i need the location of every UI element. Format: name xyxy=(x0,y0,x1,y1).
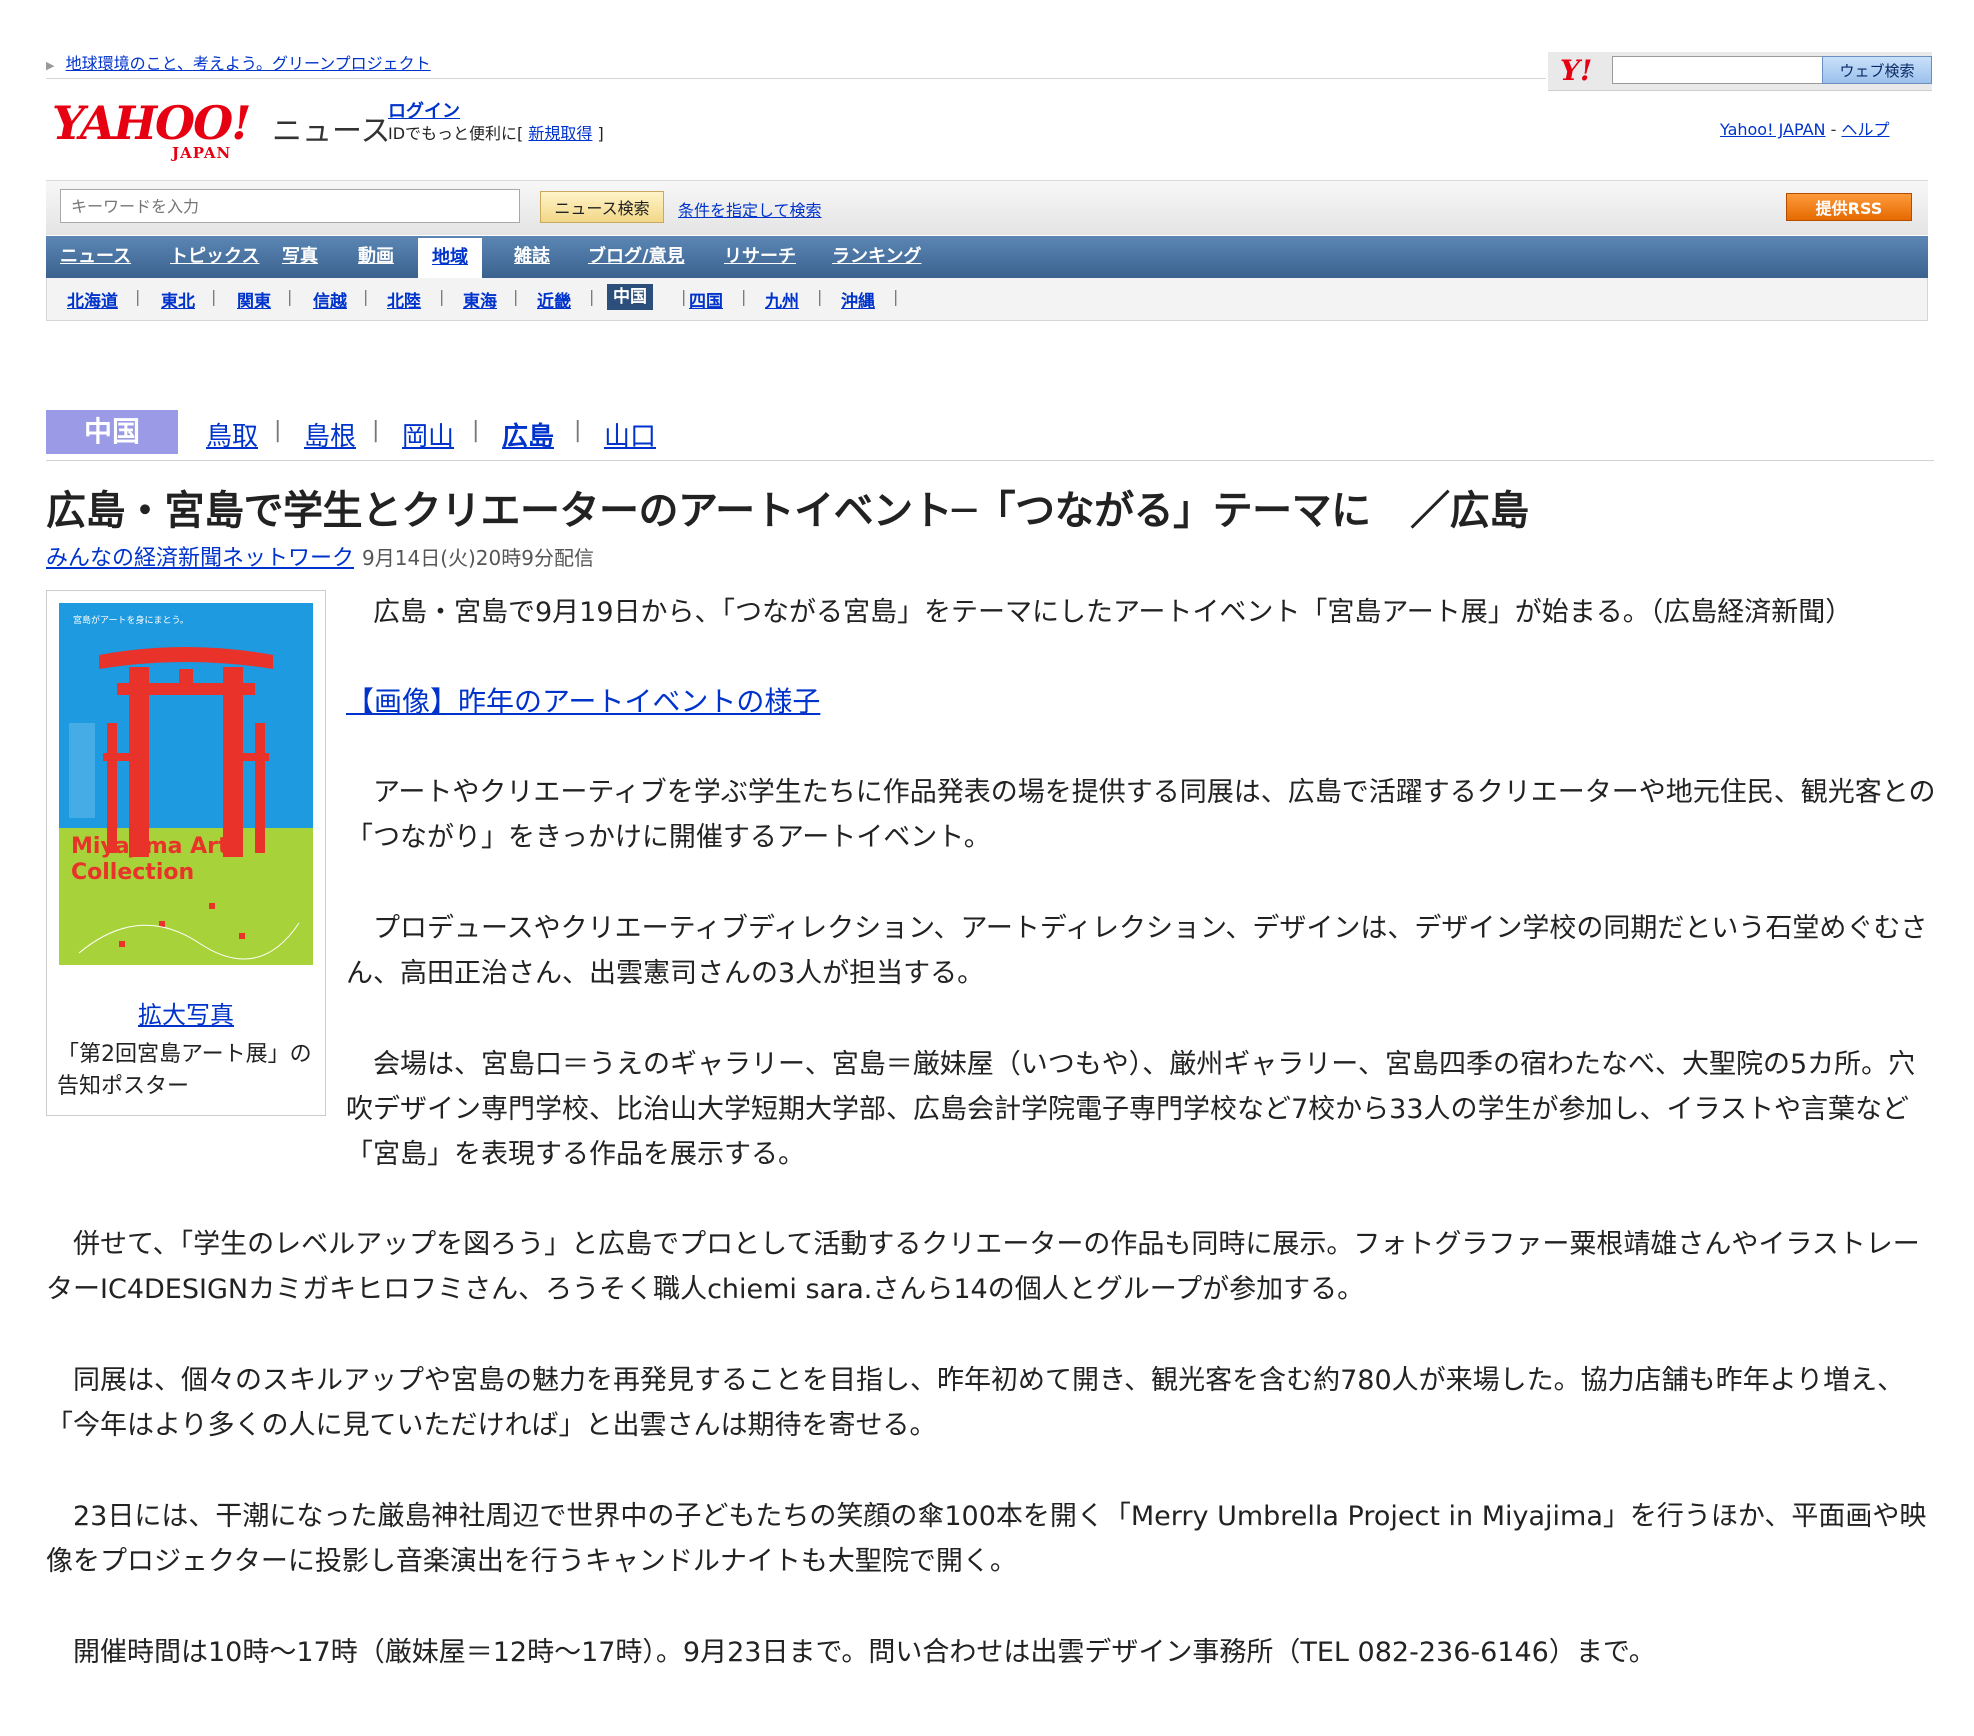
help-link[interactable]: ヘルプ xyxy=(1841,120,1889,139)
sub-nav-sep: | xyxy=(817,287,823,306)
article-headline: 広島・宮島で学生とクリエーターのアートイベント─「つながる」テーマに ／広島 xyxy=(46,488,1529,534)
sub-nav-kanto[interactable]: 関東 xyxy=(237,287,271,312)
source-link[interactable]: みんなの経済新聞ネットワーク xyxy=(46,546,354,571)
article-paragraph: アートやクリエーティブを学ぶ学生たちに作品発表の場を提供する同展は、広島で活躍す… xyxy=(346,777,1936,853)
green-project-link[interactable]: 地球環境のこと、考えよう。グリーンプロジェクト xyxy=(66,54,431,73)
nav-tab-research[interactable]: リサーチ xyxy=(724,236,796,278)
svg-text:Collection: Collection xyxy=(71,860,194,885)
sub-nav-kyushu[interactable]: 九州 xyxy=(765,287,799,312)
svg-text:Miyajima Art: Miyajima Art xyxy=(71,834,229,859)
article-paragraph: 会場は、宮島口＝うえのギャラリー、宮島＝厳妹屋（いつもや）、厳州ギャラリー、宮島… xyxy=(346,1049,1916,1170)
pref-okayama[interactable]: 岡山 xyxy=(402,416,454,453)
main-nav: ニュース トピックス 写真 動画 地域 雑誌 ブログ/意見 リサーチ ランキング xyxy=(46,236,1928,278)
sub-nav-kinki[interactable]: 近畿 xyxy=(537,287,571,312)
sub-nav-sep: | xyxy=(363,287,369,306)
signup-link[interactable]: 新規取得 xyxy=(528,124,592,143)
sub-nav-chugoku[interactable]: 中国 xyxy=(607,284,653,310)
pref-sep: | xyxy=(472,418,480,443)
article-paragraph: 併せて、「学生のレベルアップを図ろう」と広島でプロとして活動するクリエーターの作… xyxy=(46,1229,1920,1305)
sub-nav-shikoku[interactable]: 四国 xyxy=(689,287,723,312)
web-search-box: Y! ウェブ検索 xyxy=(1548,52,1932,91)
login-block: ログイン IDでもっと便利に[ 新規取得 ] xyxy=(388,101,604,145)
article-paragraph: 23日には、干潮になった厳島神社周辺で世界中の子どもたちの笑顔の傘100本を開く… xyxy=(46,1501,1927,1577)
green-project-bar: ▶ 地球環境のこと、考えよう。グリーンプロジェクト xyxy=(46,50,1626,78)
nav-tab-photos[interactable]: 写真 xyxy=(282,236,318,278)
link-dash: - xyxy=(1830,120,1837,139)
sub-nav-okinawa[interactable]: 沖縄 xyxy=(841,287,875,312)
nav-tab-topics[interactable]: トピックス xyxy=(170,236,259,278)
sub-nav-sep: | xyxy=(439,287,445,306)
sub-nav-sep: | xyxy=(211,287,217,306)
news-search-band: ニュース検索 条件を指定して検索 提供RSS xyxy=(46,180,1928,235)
pref-sep: | xyxy=(574,418,582,443)
region-sub-nav: 北海道 | 東北 | 関東 | 信越 | 北陸 | 東海 | 近畿 | 中国 |… xyxy=(46,278,1928,321)
nav-tab-region[interactable]: 地域 xyxy=(418,238,482,278)
web-search-input[interactable] xyxy=(1612,56,1828,84)
nav-tab-news[interactable]: ニュース xyxy=(60,236,131,278)
login-desc-prefix: IDでもっと便利に[ xyxy=(388,124,524,143)
yahoo-japan-logo[interactable]: YAHOO! JAPAN xyxy=(52,96,270,162)
top-divider xyxy=(46,78,1546,79)
login-link[interactable]: ログイン xyxy=(388,101,460,122)
nav-tab-video[interactable]: 動画 xyxy=(358,236,394,278)
nav-tab-ranking[interactable]: ランキング xyxy=(832,236,921,278)
nav-tab-blog[interactable]: ブログ/意見 xyxy=(588,236,685,278)
yahoo-japan-link[interactable]: Yahoo! JAPAN xyxy=(1720,120,1826,139)
top-right-links: Yahoo! JAPAN - ヘルプ xyxy=(1720,116,1890,140)
sub-nav-sep: | xyxy=(741,287,747,306)
article-paragraph: 開催時間は10時～17時（厳妹屋＝12時～17時）。9月23日まで。問い合わせは… xyxy=(46,1637,1656,1668)
news-section-label: ニュース xyxy=(272,114,391,149)
web-search-button[interactable]: ウェブ検索 xyxy=(1822,56,1932,84)
gallery-image-link[interactable]: 【画像】昨年のアートイベントの様子 xyxy=(346,685,820,718)
pref-sep: | xyxy=(274,418,282,443)
pref-shimane[interactable]: 島根 xyxy=(304,416,356,453)
image-link-row: 【画像】昨年のアートイベントの様子 xyxy=(346,680,1936,720)
pref-hiroshima[interactable]: 広島 xyxy=(502,416,554,453)
region-label: 中国 xyxy=(46,410,178,454)
sub-nav-sep: | xyxy=(589,287,595,306)
news-search-button[interactable]: ニュース検索 xyxy=(540,191,664,223)
pref-tottori[interactable]: 鳥取 xyxy=(206,416,258,453)
publish-date: 9月14日(火)20時9分配信 xyxy=(362,546,594,570)
sub-nav-sep: | xyxy=(681,287,687,306)
sub-nav-shinetsu[interactable]: 信越 xyxy=(313,287,347,312)
svg-text:宮島がアートを身にまとう。: 宮島がアートを身にまとう。 xyxy=(73,614,189,626)
advanced-search-link[interactable]: 条件を指定して検索 xyxy=(678,197,822,221)
yahoo-small-logo[interactable]: Y! xyxy=(1560,54,1592,87)
sub-nav-tokai[interactable]: 東海 xyxy=(463,287,497,312)
enlarge-photo-link[interactable]: 拡大写真 xyxy=(47,995,325,1030)
image-caption: 「第2回宮島アート展」の告知ポスター xyxy=(57,1042,312,1099)
nav-tab-magazine[interactable]: 雑誌 xyxy=(514,236,550,278)
article-image-box: 宮島がアートを身にまとう。 Miyajima Art Collection 拡大… xyxy=(46,590,326,1116)
sub-nav-tohoku[interactable]: 東北 xyxy=(161,287,195,312)
article-paragraph: 同展は、個々のスキルアップや宮島の魅力を再発見することを目指し、昨年初めて開き、… xyxy=(46,1365,1905,1441)
sub-nav-sep: | xyxy=(287,287,293,306)
keyword-input[interactable] xyxy=(60,189,520,223)
sub-nav-hokkaido[interactable]: 北海道 xyxy=(67,287,118,312)
article-lead: 広島・宮島で9月19日から、「つながる宮島」をテーマにしたアートイベント「宮島ア… xyxy=(346,597,1853,628)
sub-nav-sep: | xyxy=(513,287,519,306)
sub-nav-hokuriku[interactable]: 北陸 xyxy=(387,287,421,312)
sub-nav-sep: | xyxy=(893,287,899,306)
logo-word: YAHOO! xyxy=(52,96,251,150)
article-paragraph: プロデュースやクリエーティブディレクション、アートディレクション、デザインは、デ… xyxy=(346,913,1928,989)
event-poster-image[interactable]: 宮島がアートを身にまとう。 Miyajima Art Collection xyxy=(59,603,313,965)
bullet-triangle-icon: ▶ xyxy=(46,59,55,72)
pref-sep: | xyxy=(372,418,380,443)
rss-button[interactable]: 提供RSS xyxy=(1786,193,1912,221)
logo-sub: JAPAN xyxy=(172,144,232,162)
pref-yamaguchi[interactable]: 山口 xyxy=(604,416,656,453)
sub-nav-sep: | xyxy=(135,287,141,306)
login-desc-suffix: ] xyxy=(597,124,604,143)
article-byline: みんなの経済新聞ネットワーク 9月14日(火)20時9分配信 xyxy=(46,540,594,572)
prefecture-row: 中国 鳥取 | 島根 | 岡山 | 広島 | 山口 xyxy=(46,410,1934,461)
